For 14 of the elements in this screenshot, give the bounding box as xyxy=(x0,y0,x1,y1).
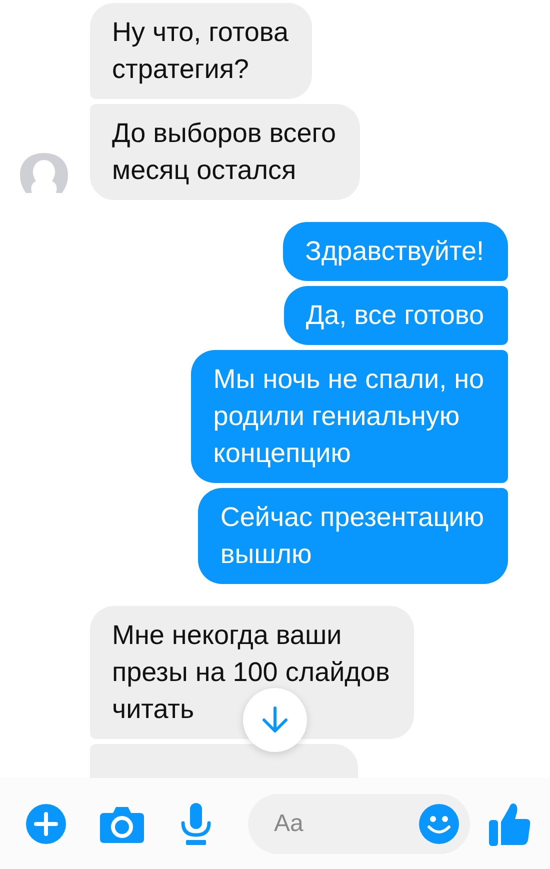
message-bubble: Сейчас презентацию вышлю xyxy=(198,488,508,584)
message-bubble: Здравствуйте! xyxy=(283,222,508,281)
message-bubble: Мне некогда ваши презы на 100 слайдов читать xyxy=(90,606,414,739)
avatar-icon xyxy=(20,153,68,193)
thumbs-up-button[interactable] xyxy=(488,802,532,846)
message-bubble: Мы ночь не спали, но родили гениальную концепцию xyxy=(191,350,508,483)
message-field[interactable]: Aa xyxy=(248,794,470,854)
emoji-icon[interactable] xyxy=(418,802,460,844)
message-bubble: Ну что, готова стратегия? xyxy=(90,3,312,99)
message-input[interactable]: Aa xyxy=(272,808,418,838)
message-bubble: До выборов всего месяц остался xyxy=(90,104,360,200)
message-bubble: Да, все готово xyxy=(284,286,508,345)
arrow-down-icon xyxy=(262,706,288,734)
add-button[interactable] xyxy=(24,802,68,846)
